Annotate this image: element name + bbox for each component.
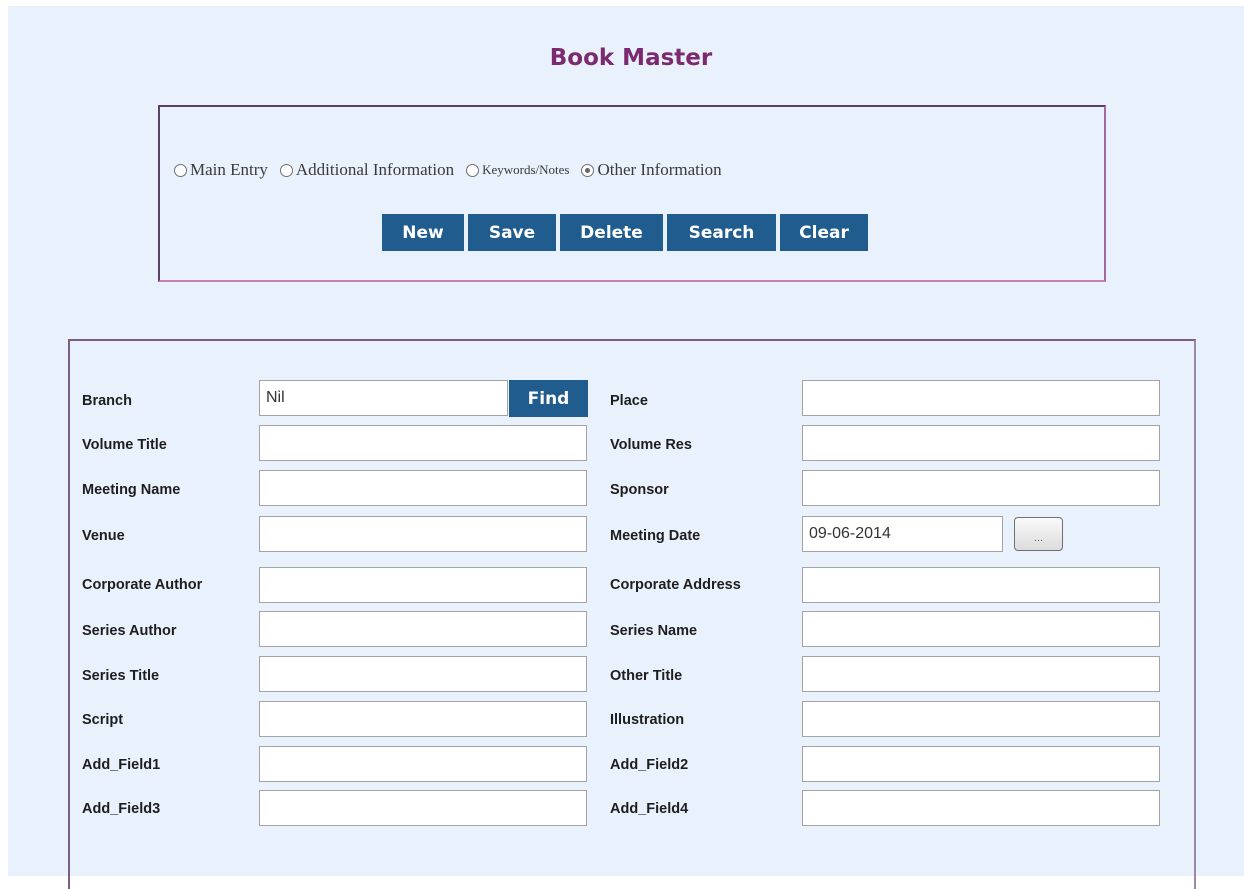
corporate-address-input[interactable] (802, 567, 1160, 603)
radio-button-selected-icon[interactable] (581, 163, 595, 177)
other-title-label: Other Title (610, 668, 683, 684)
new-button[interactable]: New (382, 214, 464, 251)
volume-res-input[interactable] (802, 425, 1160, 461)
illustration-label: Illustration (610, 712, 685, 728)
save-button[interactable]: Save (468, 214, 556, 251)
radio-label-other-information: Other Information (597, 160, 722, 179)
series-name-label: Series Name (610, 623, 698, 639)
corporate-address-label: Corporate Address (610, 577, 741, 593)
radio-other-information[interactable]: Other Information (581, 160, 722, 180)
add-field2-label: Add_Field2 (610, 757, 689, 773)
radio-keywords-notes[interactable]: Keywords/Notes (466, 162, 569, 178)
meeting-date-input[interactable] (802, 516, 1003, 552)
script-input[interactable] (259, 701, 587, 737)
corporate-author-input[interactable] (259, 567, 587, 603)
corporate-author-label: Corporate Author (82, 577, 203, 593)
series-author-input[interactable] (259, 611, 587, 647)
section-radio-group: Main Entry Additional Information Keywor… (174, 157, 734, 183)
radio-label-keywords-notes: Keywords/Notes (482, 162, 570, 177)
find-button[interactable]: Find (509, 380, 588, 417)
series-title-input[interactable] (259, 656, 587, 692)
add-field4-input[interactable] (802, 790, 1160, 826)
sponsor-input[interactable] (802, 470, 1160, 506)
radio-button-icon[interactable] (279, 163, 293, 177)
volume-res-label: Volume Res (610, 437, 692, 453)
radio-additional-information[interactable]: Additional Information (279, 160, 455, 180)
series-name-input[interactable] (802, 611, 1160, 647)
add-field1-input[interactable] (259, 746, 587, 782)
volume-title-label: Volume Title (82, 437, 167, 453)
place-input[interactable] (802, 380, 1160, 416)
clear-button[interactable]: Clear (780, 214, 868, 251)
page-title: Book Master (549, 45, 713, 71)
tab-options-panel (158, 105, 1106, 282)
radio-label-additional-information: Additional Information (295, 160, 455, 179)
script-label: Script (82, 712, 124, 728)
search-button[interactable]: Search (667, 214, 776, 251)
delete-button[interactable]: Delete (560, 214, 663, 251)
illustration-input[interactable] (802, 701, 1160, 737)
place-label: Place (610, 393, 648, 409)
venue-input[interactable] (259, 516, 587, 552)
add-field3-label: Add_Field3 (82, 801, 161, 817)
add-field2-input[interactable] (802, 746, 1160, 782)
radio-button-icon[interactable] (466, 163, 480, 177)
meeting-date-label: Meeting Date (610, 528, 701, 544)
radio-label-main-entry: Main Entry (190, 160, 268, 179)
branch-label: Branch (82, 393, 132, 409)
add-field4-label: Add_Field4 (610, 801, 689, 817)
radio-button-icon[interactable] (174, 163, 187, 177)
date-picker-button[interactable]: ... (1014, 517, 1063, 551)
volume-title-input[interactable] (259, 425, 587, 461)
sponsor-label: Sponsor (610, 482, 669, 498)
series-author-label: Series Author (82, 623, 177, 639)
add-field3-input[interactable] (259, 790, 587, 826)
venue-label: Venue (82, 528, 125, 544)
other-title-input[interactable] (802, 656, 1160, 692)
branch-input[interactable] (259, 380, 508, 416)
add-field1-label: Add_Field1 (82, 757, 161, 773)
series-title-label: Series Title (82, 668, 160, 684)
radio-main-entry[interactable]: Main Entry (174, 160, 268, 180)
meeting-name-input[interactable] (259, 470, 587, 506)
meeting-name-label: Meeting Name (82, 482, 181, 498)
action-button-bar: New Save Delete Search Clear (382, 214, 872, 251)
